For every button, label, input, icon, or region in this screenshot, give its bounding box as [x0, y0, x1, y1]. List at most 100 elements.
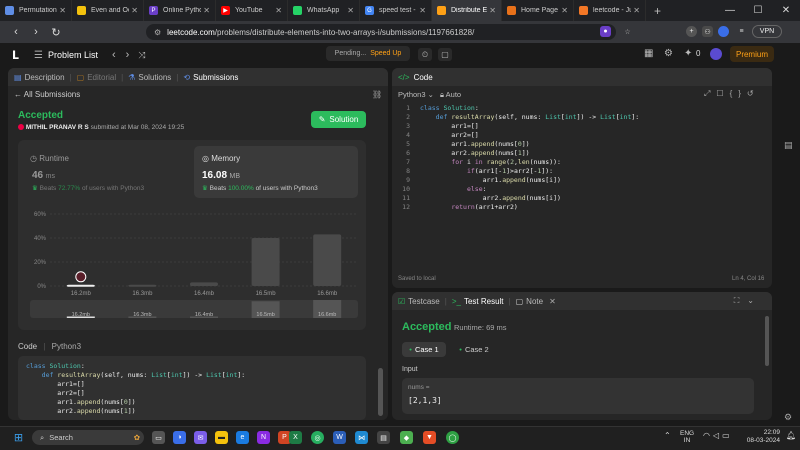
url-bar[interactable]: ⚙ leetcode.com/problems/distribute-eleme…: [146, 24, 616, 40]
close-tab-icon[interactable]: ✕: [347, 6, 354, 15]
vpn-button[interactable]: VPN: [752, 25, 782, 38]
share-link-icon[interactable]: ⛓: [372, 90, 382, 99]
result-scrollbar[interactable]: [765, 316, 769, 366]
close-note-icon[interactable]: ✕: [549, 297, 556, 306]
braces-icon[interactable]: {}: [730, 89, 747, 98]
memory-distribution-chart[interactable]: 0% 20% 40% 60% 16.2mb 16.3mb 16.4mb 16.5mb 16.6m…: [18, 200, 366, 330]
extension-plus-icon[interactable]: +: [686, 26, 697, 37]
close-tab-icon[interactable]: ✕: [561, 6, 568, 15]
maximize-panel-icon[interactable]: ⛶: [734, 296, 748, 305]
language-select[interactable]: Python3 ⌄: [398, 90, 434, 99]
speed-up-link[interactable]: Speed Up: [370, 50, 401, 57]
back-icon[interactable]: ‹: [6, 26, 26, 38]
browser-tab-6[interactable]: Distribute Ele✕: [432, 0, 502, 21]
editor-code-lines[interactable]: class Solution: def resultArray(self, nu…: [414, 104, 639, 264]
maximize-icon[interactable]: ☐: [744, 0, 772, 21]
word-icon[interactable]: W: [333, 431, 346, 444]
left-scrollbar[interactable]: [378, 368, 383, 416]
all-submissions-link[interactable]: ← All Submissions: [14, 90, 80, 99]
extensions-icon[interactable]: ⚇: [702, 26, 713, 37]
close-window-icon[interactable]: ✕: [772, 0, 800, 21]
onenote-icon[interactable]: N: [257, 431, 270, 444]
close-tab-icon[interactable]: ✕: [131, 6, 138, 15]
collapse-panel-icon[interactable]: ⌄: [747, 296, 762, 305]
memory-tab[interactable]: ◎ Memory 16.08 MB ♛ Beats 100.00% of use…: [194, 146, 358, 198]
star-icon[interactable]: ☆: [622, 26, 633, 37]
prev-problem-icon[interactable]: ‹: [112, 49, 116, 61]
excel-icon[interactable]: X: [289, 431, 302, 444]
problem-list-link[interactable]: Problem List: [48, 50, 98, 60]
teams-icon[interactable]: ✉: [194, 431, 207, 444]
browser-tab-7[interactable]: Home Page - Sele✕: [502, 0, 574, 21]
streak-icon[interactable]: ✦: [684, 48, 692, 59]
browser-tab-2[interactable]: P Online Python Co✕: [144, 0, 216, 21]
tab-solutions[interactable]: Solutions: [138, 73, 171, 82]
copilot-icon[interactable]: ◑: [173, 431, 186, 444]
browser-tab-3[interactable]: ▶ YouTube ✕: [216, 0, 288, 21]
runtime-tab[interactable]: ◷ Runtime: [30, 154, 69, 163]
minimize-icon[interactable]: —: [716, 0, 744, 21]
browser-tab-5[interactable]: Gspeed test - Goog✕: [360, 0, 432, 21]
browser-tab-4[interactable]: WhatsApp ✕: [288, 0, 360, 21]
timer-icon[interactable]: ⏲: [418, 48, 432, 61]
tab-testcase[interactable]: Testcase: [408, 297, 440, 306]
auto-complete-toggle[interactable]: 🔒︎ Auto: [440, 90, 461, 100]
code-editor[interactable]: 1 2 3 4 5 6 7 8 9 10 11 12 class Solution: def resu…: [392, 104, 772, 264]
side-panel-icon[interactable]: ▤: [784, 140, 793, 151]
edge-icon[interactable]: e: [236, 431, 249, 444]
site-info-icon[interactable]: ⚙: [154, 28, 161, 37]
settings-icon[interactable]: ⚙: [664, 48, 673, 59]
clock[interactable]: 22:09 08-03-2024: [742, 429, 780, 445]
whatsapp-icon[interactable]: ◯: [446, 431, 459, 444]
extension-icon[interactable]: ●: [600, 26, 611, 37]
tab-test-result[interactable]: Test Result: [464, 297, 504, 306]
new-tab-icon[interactable]: +: [646, 4, 669, 18]
close-tab-icon[interactable]: ✕: [59, 6, 66, 15]
submitter-name[interactable]: MITHIL PRANAV R S: [26, 124, 89, 131]
battery-icon[interactable]: ▭: [722, 431, 733, 440]
user-avatar[interactable]: [710, 48, 722, 60]
premium-button[interactable]: Premium: [730, 46, 774, 62]
app-icon-green[interactable]: ◎: [311, 431, 324, 444]
windows-start-icon[interactable]: ⊞: [12, 431, 25, 444]
volume-icon[interactable]: ◁: [713, 431, 722, 440]
taskbar-search[interactable]: ⌕ Search ✿: [32, 430, 144, 445]
reload-icon[interactable]: ↻: [46, 26, 66, 39]
submitted-code[interactable]: class Solution: def resultArray(self, nu…: [18, 356, 366, 420]
case-1-button[interactable]: • Case 1: [402, 342, 446, 357]
reset-icon[interactable]: ↺: [747, 89, 760, 98]
tab-editorial[interactable]: Editorial: [87, 73, 116, 82]
bookmark-icon[interactable]: ☐: [716, 89, 729, 98]
note-icon[interactable]: ▢: [438, 48, 452, 61]
leetcode-logo-icon[interactable]: ᒪ: [12, 49, 24, 62]
case-2-button[interactable]: • Case 2: [452, 342, 496, 357]
browser-tab-1[interactable]: Even and Odd Fu✕: [72, 0, 144, 21]
close-tab-icon[interactable]: ✕: [489, 6, 496, 15]
close-tab-icon[interactable]: ✕: [419, 6, 426, 15]
sticky-icon[interactable]: ▤: [377, 431, 390, 444]
next-problem-icon[interactable]: ›: [126, 49, 130, 61]
brave-menu-icon[interactable]: ≡: [736, 26, 747, 37]
close-tab-icon[interactable]: ✕: [203, 6, 210, 15]
tab-note[interactable]: Note: [526, 297, 543, 306]
problem-list-icon[interactable]: ☰: [34, 50, 43, 61]
vscode-icon[interactable]: ⋈: [355, 431, 368, 444]
tab-submissions[interactable]: Submissions: [193, 73, 238, 82]
layout-icon[interactable]: ▦: [644, 48, 653, 59]
language-indicator[interactable]: ENG IN: [680, 430, 694, 444]
tab-description[interactable]: Description: [25, 73, 65, 82]
profile-avatar-icon[interactable]: [718, 26, 729, 37]
brave-icon[interactable]: ▼: [423, 431, 436, 444]
close-tab-icon[interactable]: ✕: [633, 6, 640, 15]
solution-button[interactable]: ✎ Solution: [311, 111, 366, 128]
expand-icon[interactable]: ⤢: [704, 89, 716, 98]
forward-icon[interactable]: ›: [26, 26, 46, 38]
task-view-icon[interactable]: ▭: [152, 431, 165, 444]
file-explorer-icon[interactable]: ▬: [215, 431, 228, 444]
wifi-icon[interactable]: ◠: [703, 431, 713, 440]
browser-tab-0[interactable]: Permutation and✕: [0, 0, 72, 21]
shuffle-icon[interactable]: ⤨: [138, 50, 145, 61]
notification-icon[interactable]: 🔔︎: [786, 431, 796, 440]
side-settings-icon[interactable]: ⚙: [784, 412, 792, 423]
close-tab-icon[interactable]: ✕: [275, 6, 282, 15]
